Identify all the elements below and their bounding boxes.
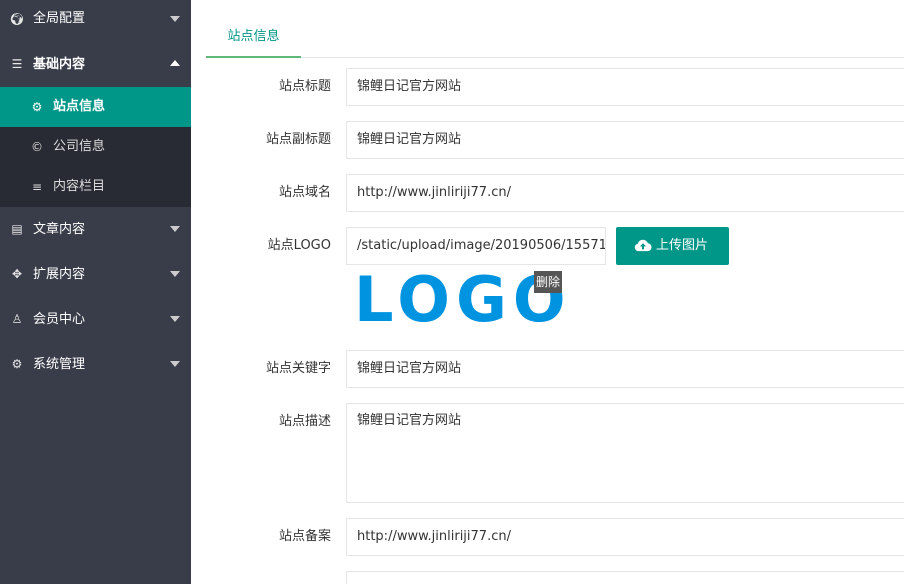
logo-path-input[interactable]: /static/upload/image/20190506/1557147 <box>346 227 606 265</box>
upload-image-label: 上传图片 <box>656 238 709 253</box>
gear-icon: ⚙ <box>11 357 23 371</box>
next-field-input[interactable] <box>346 571 904 584</box>
field-label: 站点副标题 <box>265 132 331 147</box>
caret-down-icon <box>170 16 180 22</box>
nav-group-label: 扩展内容 <box>33 267 86 282</box>
expand-icon: ✥ <box>11 267 23 281</box>
nav-group-basic-content[interactable]: ☰ 基础内容 <box>0 42 191 87</box>
nav-group-global-config[interactable]: 🌍︎ 全局配置 <box>0 0 191 42</box>
nav-group-article-content[interactable]: ▤ 文章内容 <box>0 207 191 252</box>
nav-group-extended-content[interactable]: ✥ 扩展内容 <box>0 252 191 297</box>
main-content: 站点信息 站点标题 锦鲤日记官方网站 站点副标题 锦鲤日记官方网站 站点域名 h… <box>191 0 904 584</box>
sidebar-item-label: 公司信息 <box>53 139 106 154</box>
file-icon: ▤ <box>11 222 23 236</box>
upload-image-button[interactable]: 上传图片 <box>616 227 729 265</box>
gear-icon: ⚙ <box>31 100 43 114</box>
nav-group-system-management[interactable]: ⚙ 系统管理 <box>0 342 191 387</box>
delete-logo-button[interactable]: 删除 <box>534 271 563 293</box>
globe-icon: 🌍︎ <box>9 12 25 26</box>
nav-group-label: 全局配置 <box>33 11 86 26</box>
site-title-input[interactable]: 锦鲤日记官方网站 <box>346 68 904 106</box>
logo-preview-image: LOGO <box>354 263 572 336</box>
sidebar-item-label: 站点信息 <box>53 99 106 114</box>
field-label: 站点描述 <box>278 414 331 429</box>
field-label: 站点LOGO <box>267 238 331 253</box>
field-label: 站点关键字 <box>265 361 331 376</box>
caret-down-icon <box>170 226 180 232</box>
caret-down-icon <box>170 316 180 322</box>
sidebar-item-content-columns[interactable]: ≡ 内容栏目 <box>0 167 191 207</box>
site-keywords-input[interactable]: 锦鲤日记官方网站 <box>346 350 904 388</box>
submenu-basic-content: ⚙ 站点信息 © 公司信息 ≡ 内容栏目 <box>0 87 191 207</box>
field-label: 站点域名 <box>278 185 331 200</box>
sidebar-item-site-info[interactable]: ⚙ 站点信息 <box>0 87 191 127</box>
list-icon: ≡ <box>31 180 43 194</box>
site-description-textarea[interactable]: 锦鲤日记官方网站 <box>346 403 904 503</box>
sidebar-item-label: 内容栏目 <box>53 179 106 194</box>
sidebar: 🌍︎ 全局配置 ☰ 基础内容 ⚙ 站点信息 © 公司信息 ≡ 内容栏目 ▤ 文章… <box>0 0 191 584</box>
tab-bar: 站点信息 <box>206 18 904 58</box>
tab-site-info[interactable]: 站点信息 <box>206 18 301 58</box>
nav-group-member-center[interactable]: ♙ 会员中心 <box>0 297 191 342</box>
caret-down-icon <box>170 361 180 367</box>
copyright-icon: © <box>31 140 43 154</box>
field-label: 站点标题 <box>278 79 331 94</box>
nav-group-label: 系统管理 <box>33 357 86 372</box>
sliders-icon: ☰ <box>11 57 23 71</box>
cloud-upload-icon <box>634 239 652 252</box>
caret-down-icon <box>170 271 180 277</box>
site-subtitle-input[interactable]: 锦鲤日记官方网站 <box>346 121 904 159</box>
nav-group-label: 文章内容 <box>33 222 86 237</box>
site-icp-input[interactable]: http://www.jinliriji77.cn/ <box>346 518 904 556</box>
field-label: 站点备案 <box>278 529 331 544</box>
site-domain-input[interactable]: http://www.jinliriji77.cn/ <box>346 174 904 212</box>
logo-preview-text: LOGO <box>354 263 572 336</box>
nav-group-label: 基础内容 <box>33 57 86 72</box>
sidebar-item-company-info[interactable]: © 公司信息 <box>0 127 191 167</box>
user-icon: ♙ <box>11 312 23 326</box>
nav-group-label: 会员中心 <box>33 312 86 327</box>
caret-up-icon <box>170 60 180 66</box>
